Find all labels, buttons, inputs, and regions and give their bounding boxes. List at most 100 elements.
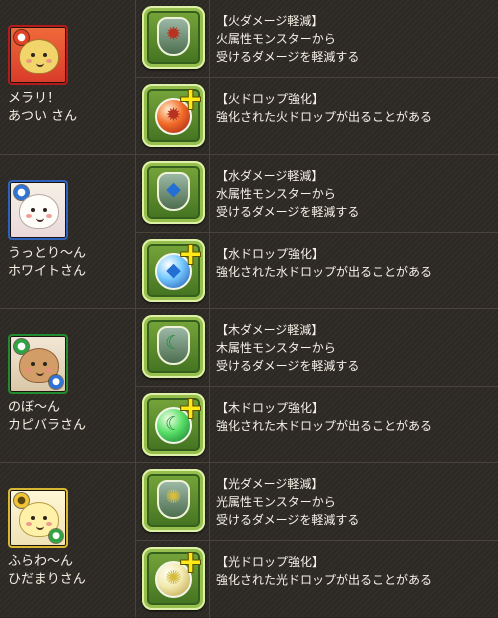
blush-icon	[46, 368, 52, 372]
skill-row: ✺ + 【光ドロップ強化】 強化された光ドロップが出ることがある	[136, 540, 498, 618]
skill-title: 【木ドロップ強化】	[216, 401, 325, 415]
skill-description-line1: 強化された水ドロップが出ることがある	[216, 265, 433, 279]
wood-drop-enhance-icon: ☾ +	[142, 393, 205, 456]
monster-cell: ● ● のぼ～ん カピバラさん	[0, 309, 136, 462]
skill-row: ☾ 【木ダメージ軽減】 木属性モンスターから 受けるダメージを軽減する	[136, 309, 498, 386]
blush-icon	[26, 522, 32, 526]
monster-group-light: ● ● ふらわ～ん ひだまりさん ✺ 【光ダメージ軽減】 光属性モンスターから …	[0, 462, 498, 618]
skill-text: 【木ダメージ軽減】 木属性モンスターから 受けるダメージを軽減する	[216, 321, 492, 375]
skill-row: ✹ + 【火ドロップ強化】 強化された火ドロップが出ることがある	[136, 77, 498, 154]
awakening-skills-table: ● メラリ！ あつい さん ✹ 【火ダメージ軽減】 火属性モンスターから 受ける…	[0, 0, 498, 618]
skill-title: 【水ドロップ強化】	[216, 247, 325, 261]
monster-name: のぼ～ん カピバラさん	[8, 399, 128, 435]
skill-title: 【光ドロップ強化】	[216, 555, 325, 569]
water-drop-enhance-icon: ◆ +	[142, 239, 205, 302]
skill-description-line1: 木属性モンスターから	[216, 341, 336, 355]
light-sun-icon: ✺	[165, 486, 182, 508]
blush-icon	[26, 214, 32, 218]
monster-cell: ● うっとり～ん ホワイトさん	[0, 155, 136, 308]
skill-icon-cell: ☾	[136, 309, 210, 386]
skill-row: ✺ 【光ダメージ軽減】 光属性モンスターから 受けるダメージを軽減する	[136, 463, 498, 540]
water-drop-icon: ◆	[166, 178, 181, 200]
monster-name-line2: あつい さん	[8, 109, 78, 124]
wood-subattribute-icon: ●	[49, 529, 63, 543]
monster-face-icon	[19, 39, 59, 74]
mouth-icon	[36, 215, 44, 222]
blush-icon	[26, 59, 32, 63]
skill-icon-cell: ✺	[136, 463, 210, 540]
skill-description-line1: 強化された火ドロップが出ることがある	[216, 110, 433, 124]
eye-icon	[43, 362, 47, 366]
skill-title: 【木ダメージ軽減】	[216, 323, 324, 337]
skill-description-line2: 受けるダメージを軽減する	[216, 513, 360, 527]
water-damage-reduction-icon: ◆	[142, 161, 205, 224]
blush-icon	[46, 522, 52, 526]
light-drop-enhance-icon: ✺ +	[142, 547, 205, 610]
plus-icon: +	[178, 82, 204, 117]
skill-description-line1: 強化された光ドロップが出ることがある	[216, 573, 433, 587]
skill-title: 【光ダメージ軽減】	[216, 477, 324, 491]
mouth-icon	[36, 369, 44, 376]
skill-title: 【火ダメージ軽減】	[216, 14, 324, 28]
fire-cat-portrait: ●	[8, 25, 68, 85]
eye-icon	[31, 362, 35, 366]
monster-group-water: ● うっとり～ん ホワイトさん ◆ 【水ダメージ軽減】 水属性モンスターから 受…	[0, 154, 498, 309]
skill-description-line1: 水属性モンスターから	[216, 187, 336, 201]
monster-name: うっとり～ん ホワイトさん	[8, 245, 128, 281]
blush-icon	[26, 368, 32, 372]
skill-icon-cell: ☾ +	[136, 387, 210, 463]
skill-description-line2: 受けるダメージを軽減する	[216, 50, 360, 64]
eye-icon	[31, 208, 35, 212]
skill-description-line1: 強化された木ドロップが出ることがある	[216, 419, 433, 433]
water-cat-portrait: ●	[8, 180, 68, 240]
skill-row: ✹ 【火ダメージ軽減】 火属性モンスターから 受けるダメージを軽減する	[136, 0, 498, 77]
light-flower-portrait: ● ●	[8, 488, 68, 548]
skill-row: ◆ 【水ダメージ軽減】 水属性モンスターから 受けるダメージを軽減する	[136, 155, 498, 232]
skill-text: 【水ダメージ軽減】 水属性モンスターから 受けるダメージを軽減する	[216, 167, 492, 221]
fire-damage-reduction-icon: ✹	[142, 6, 205, 69]
monster-cell: ● メラリ！ あつい さん	[0, 0, 136, 154]
monster-name-line2: カピバラさん	[8, 418, 87, 433]
skill-title: 【火ドロップ強化】	[216, 92, 325, 106]
skill-row: ☾ + 【木ドロップ強化】 強化された木ドロップが出ることがある	[136, 386, 498, 463]
blush-icon	[46, 214, 52, 218]
monster-name-line1: メラリ！	[8, 91, 61, 106]
skill-icon-cell: ✺ +	[136, 541, 210, 618]
wood-capybara-portrait: ● ●	[8, 334, 68, 394]
eye-icon	[31, 53, 35, 57]
skill-text: 【光ドロップ強化】 強化された光ドロップが出ることがある	[216, 553, 492, 589]
blush-icon	[46, 59, 52, 63]
water-subattribute-icon: ●	[49, 375, 63, 389]
skill-icon-cell: ◆	[136, 155, 210, 232]
monster-group-wood: ● ● のぼ～ん カピバラさん ☾ 【木ダメージ軽減】 木属性モンスターから 受…	[0, 308, 498, 463]
plus-icon: +	[178, 391, 204, 426]
wood-damage-reduction-icon: ☾	[142, 315, 205, 378]
fire-drop-enhance-icon: ✹ +	[142, 84, 205, 147]
monster-name: メラリ！ あつい さん	[8, 90, 128, 126]
wood-swirl-icon: ☾	[164, 332, 183, 354]
skill-description-line1: 光属性モンスターから	[216, 495, 336, 509]
skill-icon-cell: ◆ +	[136, 233, 210, 309]
monster-name-line2: ひだまりさん	[8, 572, 86, 587]
skill-text: 【光ダメージ軽減】 光属性モンスターから 受けるダメージを軽減する	[216, 475, 492, 529]
skill-row: ◆ + 【水ドロップ強化】 強化された水ドロップが出ることがある	[136, 232, 498, 309]
skill-description-line1: 火属性モンスターから	[216, 32, 336, 46]
skill-title: 【水ダメージ軽減】	[216, 169, 324, 183]
monster-group-fire: ● メラリ！ あつい さん ✹ 【火ダメージ軽減】 火属性モンスターから 受ける…	[0, 0, 498, 154]
monster-name-line2: ホワイトさん	[8, 264, 87, 279]
fire-symbol-icon: ✹	[165, 23, 182, 45]
skill-icon-cell: ✹	[136, 0, 210, 77]
monster-name-line1: ふらわ～ん	[8, 554, 74, 569]
skill-text: 【水ドロップ強化】 強化された水ドロップが出ることがある	[216, 245, 492, 281]
monster-cell: ● ● ふらわ～ん ひだまりさん	[0, 463, 136, 617]
light-damage-reduction-icon: ✺	[142, 469, 205, 532]
plus-icon: +	[178, 237, 204, 272]
skill-description-line2: 受けるダメージを軽減する	[216, 205, 360, 219]
monster-name-line1: のぼ～ん	[8, 400, 61, 415]
skill-description-line2: 受けるダメージを軽減する	[216, 359, 360, 373]
skill-text: 【木ドロップ強化】 強化された木ドロップが出ることがある	[216, 399, 492, 435]
skill-text: 【火ドロップ強化】 強化された火ドロップが出ることがある	[216, 90, 492, 126]
monster-name: ふらわ～ん ひだまりさん	[8, 553, 128, 589]
mouth-icon	[36, 523, 44, 530]
monster-face-icon	[19, 194, 59, 229]
